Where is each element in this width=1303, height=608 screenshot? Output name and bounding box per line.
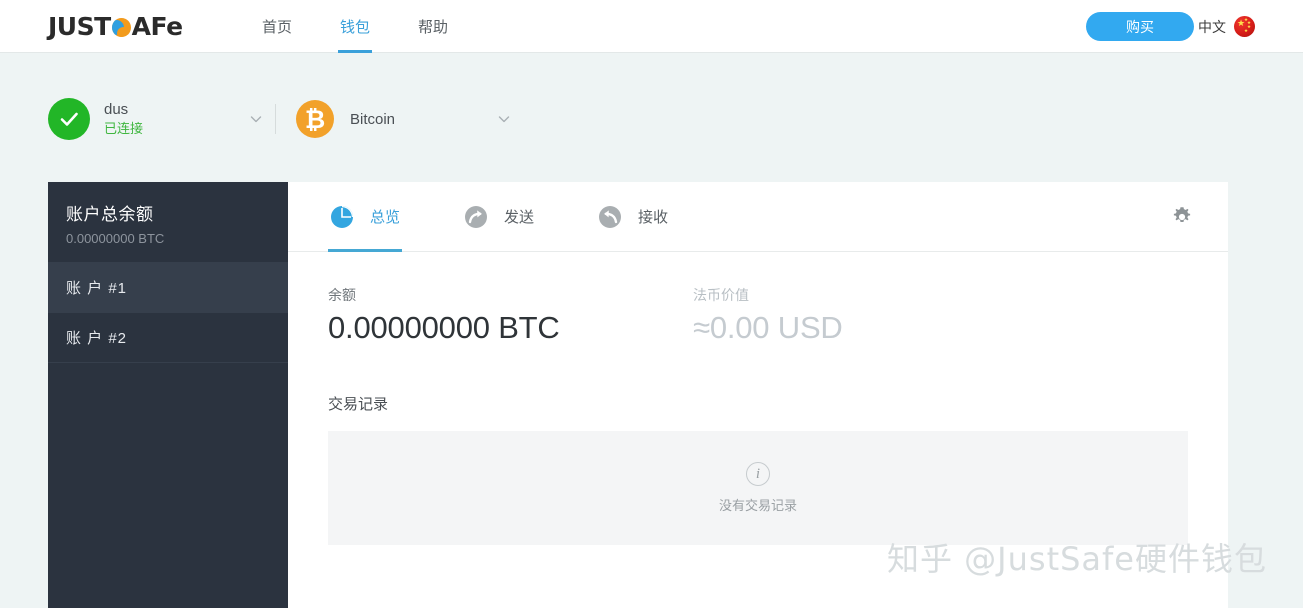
sidebar-item-account-2[interactable]: 账 户 #2 [48, 313, 288, 363]
device-name: dus [104, 101, 129, 118]
balance-label: 余额 [328, 287, 356, 303]
info-icon: i [746, 462, 770, 486]
total-balance-value: 0.00000000 BTC [66, 231, 165, 246]
top-header: JUST AFe 首页 钱包 帮助 购买 中文 ★ ★ ★ ★ ★ [0, 0, 1303, 53]
coin-name: Bitcoin [350, 110, 396, 128]
wallet-tabbar: 总览 发送 接收 [288, 182, 1228, 252]
coin-selector[interactable]: ₿ Bitcoin [296, 100, 511, 138]
justsafe-logo[interactable]: JUST AFe [48, 12, 183, 40]
tab-send[interactable]: 发送 [462, 182, 534, 252]
tab-overview[interactable]: 总览 [328, 182, 403, 252]
sidebar-label-account-1: 账 户 #1 [66, 280, 128, 297]
nav-label-home: 首页 [262, 19, 293, 36]
sidebar-label-account-2: 账 户 #2 [66, 330, 128, 347]
overview-body: 余额 0.00000000 BTC 法币价值 ≈0.00 USD 交易记录 i … [288, 252, 1228, 545]
device-status: 已连接 [104, 120, 144, 136]
device-text: dus 已连接 [104, 101, 143, 137]
gear-icon[interactable] [1170, 205, 1194, 229]
selector-row: dus 已连接 ₿ Bitcoin [48, 95, 511, 143]
tab-label-receive: 接收 [638, 209, 669, 226]
language-label: 中文 [1198, 18, 1226, 35]
fiat-label: 法币价值 [693, 287, 749, 303]
device-selector[interactable]: dus 已连接 [48, 98, 263, 140]
total-balance-label: 账户总余额 [66, 205, 154, 224]
logo-text-first: JUST [48, 11, 111, 41]
nav-item-help[interactable]: 帮助 [416, 0, 450, 53]
total-balance-block: 账户总余额 0.00000000 BTC [48, 182, 288, 263]
logo-text-second: AFe [131, 11, 183, 41]
fiat-balance-block: 法币价值 ≈0.00 USD [693, 285, 1058, 346]
tab-label-send: 发送 [504, 209, 535, 226]
balance-value: 0.00000000 BTC [328, 310, 560, 345]
accounts-sidebar: 账户总余额 0.00000000 BTC 账 户 #1 账 户 #2 [48, 182, 288, 608]
transactions-empty-state: i 没有交易记录 [328, 431, 1188, 545]
app-root: JUST AFe 首页 钱包 帮助 购买 中文 ★ ★ ★ ★ ★ dus 已连… [0, 0, 1303, 608]
logo-circle-icon [111, 17, 131, 37]
nav-label-help: 帮助 [418, 19, 449, 36]
selector-divider [275, 104, 276, 134]
chevron-down-icon-device [249, 112, 263, 126]
nav-label-wallet: 钱包 [340, 19, 371, 36]
content-panel: 总览 发送 接收 余额 0.00000000 BTC 法币价值 ≈0.00 US… [288, 182, 1228, 608]
balance-row: 余额 0.00000000 BTC 法币价值 ≈0.00 USD [328, 285, 1188, 346]
tab-label-overview: 总览 [370, 209, 401, 226]
nav-item-wallet[interactable]: 钱包 [338, 0, 373, 53]
transactions-title: 交易记录 [328, 396, 389, 413]
send-arrow-icon [462, 203, 490, 231]
crypto-balance-block: 余额 0.00000000 BTC [328, 285, 693, 346]
transactions-empty-text: 没有交易记录 [718, 498, 797, 513]
buy-button[interactable]: 购买 [1086, 12, 1194, 41]
bitcoin-icon: ₿ [296, 100, 334, 138]
pie-chart-icon [328, 203, 356, 231]
main-nav: 首页 钱包 帮助 [260, 0, 450, 53]
sidebar-item-account-1[interactable]: 账 户 #1 [48, 263, 288, 313]
connected-check-icon [48, 98, 90, 140]
receive-arrow-icon [596, 203, 624, 231]
language-switcher[interactable]: 中文 ★ ★ ★ ★ ★ [1198, 0, 1255, 53]
china-flag-icon: ★ ★ ★ ★ ★ [1234, 16, 1255, 37]
fiat-value: ≈0.00 USD [693, 310, 843, 345]
nav-item-home[interactable]: 首页 [260, 0, 294, 53]
tab-receive[interactable]: 接收 [596, 182, 668, 252]
chevron-down-icon-coin [497, 112, 511, 126]
